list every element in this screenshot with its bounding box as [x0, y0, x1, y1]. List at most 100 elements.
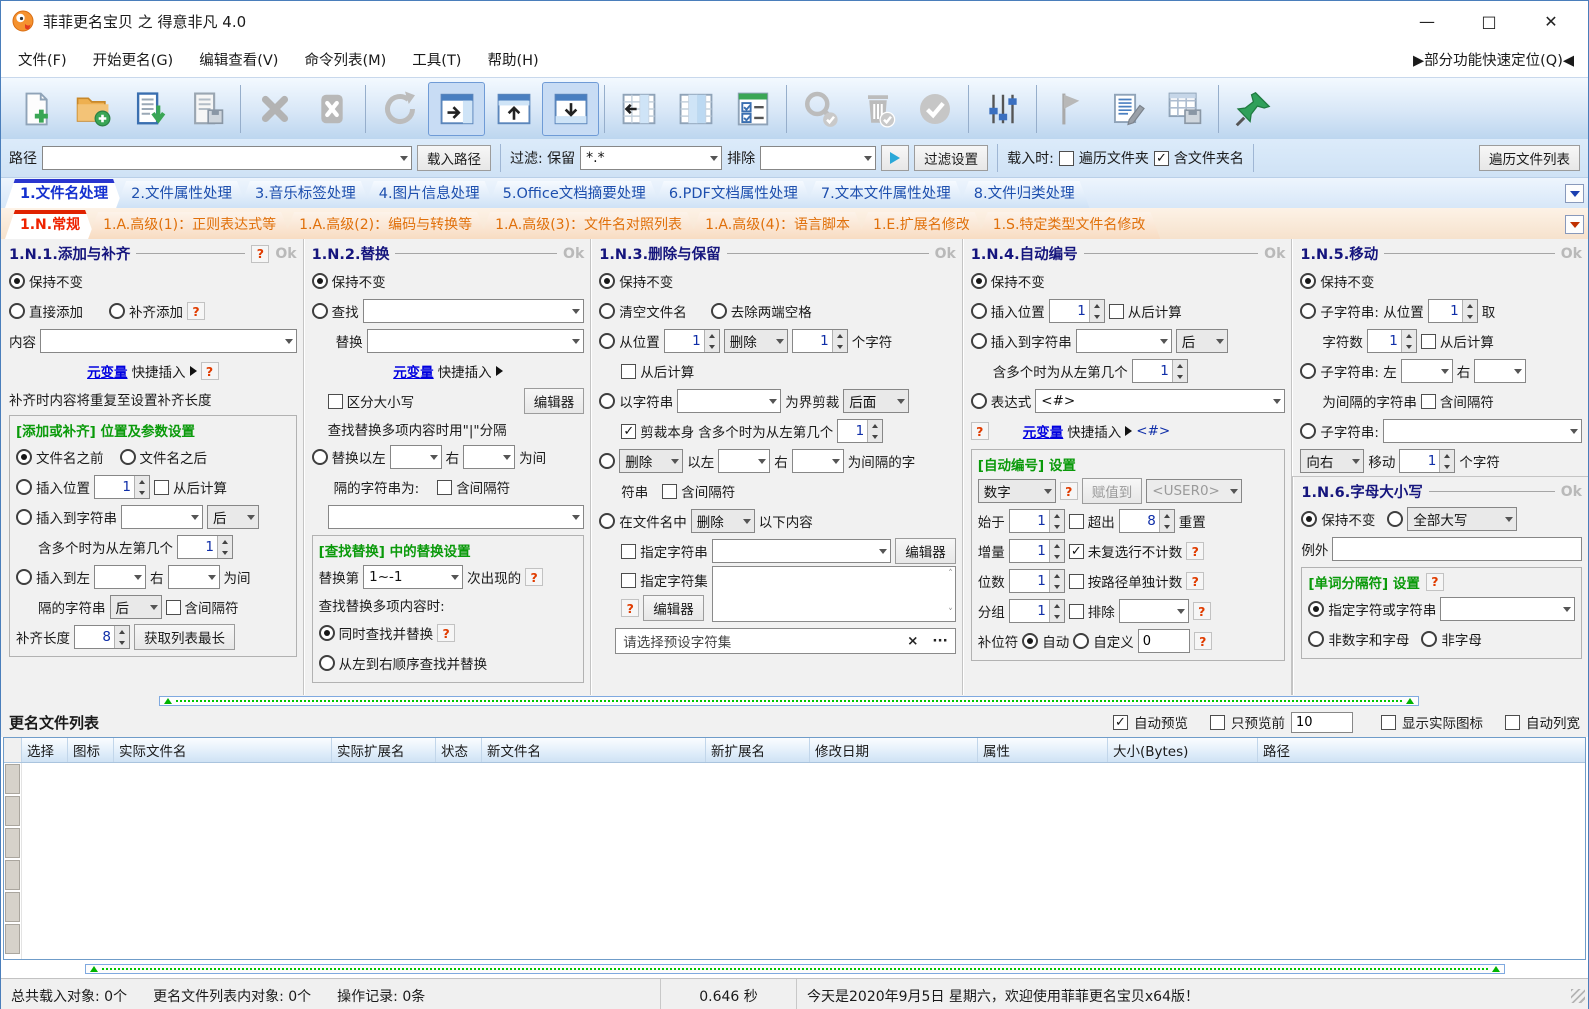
change-case-radio[interactable] — [1387, 511, 1404, 527]
scroll-up-icon[interactable]: ˄ — [948, 570, 953, 579]
refresh-button[interactable] — [371, 82, 428, 136]
substring-direct-radio[interactable] — [1300, 423, 1317, 439]
menu-command-list[interactable]: 命令列表(M) — [291, 45, 399, 74]
tab-advanced-script[interactable]: 1.A.高级(4)：语言脚本 — [690, 212, 865, 239]
tab-extension-modify[interactable]: 1.E.扩展名修改 — [858, 212, 985, 239]
exception-input[interactable] — [1332, 537, 1582, 561]
insert-string-combobox[interactable] — [121, 505, 203, 529]
count-from-end-checkbox[interactable] — [1420, 333, 1436, 349]
help-button[interactable]: ? — [251, 244, 270, 263]
pad-custom-radio[interactable] — [1073, 633, 1090, 649]
help-button[interactable]: ? — [970, 422, 989, 440]
non-alpha-radio[interactable] — [1421, 631, 1438, 647]
move-count-spinner[interactable]: 1 — [1399, 449, 1456, 473]
non-alnum-radio[interactable] — [1308, 631, 1325, 647]
left-delim-combobox[interactable] — [94, 565, 146, 589]
before-after-combobox[interactable]: 后 — [207, 505, 259, 529]
preview-pane-top-button[interactable] — [485, 82, 542, 136]
close-button[interactable]: ✕ — [1520, 4, 1582, 38]
sub-tabs-dropdown-button[interactable] — [1565, 215, 1584, 234]
delete-button[interactable] — [246, 82, 303, 136]
case-mode-combobox[interactable]: 全部大写 — [1407, 507, 1518, 531]
quick-locate-link[interactable]: ▶部分功能快速定位(Q)◀ — [1413, 49, 1584, 70]
clear-name-radio[interactable] — [599, 303, 616, 319]
expression-radio[interactable] — [970, 393, 987, 409]
filter-settings-button[interactable]: 过滤设置 — [914, 145, 989, 171]
help-button[interactable]: ? — [525, 568, 544, 586]
sequential-radio[interactable] — [318, 655, 335, 671]
apply-filter-button[interactable] — [881, 145, 910, 171]
preview-pane-right-button[interactable] — [428, 81, 485, 136]
delete-mode-combobox[interactable]: 删除 — [723, 329, 788, 353]
help-button[interactable]: ? — [1425, 572, 1444, 591]
char-count-spinner[interactable]: 1 — [791, 329, 848, 353]
separator-combobox[interactable] — [1440, 597, 1575, 621]
maximize-button[interactable]: □ — [1458, 4, 1520, 38]
right-delim-combobox[interactable] — [1474, 359, 1527, 383]
count-from-end-checkbox[interactable] — [1108, 303, 1124, 319]
cut-side-combobox[interactable]: 后面 — [843, 389, 910, 413]
charset-checkbox[interactable] — [621, 572, 637, 588]
right-delim-combobox[interactable] — [791, 449, 844, 473]
insert-to-string-radio[interactable] — [16, 509, 32, 525]
show-real-icons-checkbox[interactable] — [1381, 714, 1396, 730]
left-delim-combobox[interactable] — [1400, 359, 1453, 383]
include-delim-checkbox[interactable] — [165, 599, 181, 615]
check-options-button[interactable] — [724, 82, 781, 136]
boundary-string-combobox[interactable] — [677, 389, 782, 413]
flag-mark-button[interactable] — [1042, 82, 1099, 136]
keep-unchanged-radio[interactable] — [311, 273, 328, 289]
save-list-button[interactable] — [178, 82, 235, 136]
help-button[interactable]: ? — [1193, 632, 1212, 650]
exclude-combobox[interactable] — [1118, 599, 1189, 623]
col-status[interactable]: 状态 — [436, 738, 482, 762]
expression-combobox[interactable]: <#> — [1035, 389, 1286, 413]
multi-nth-spinner[interactable]: 1 — [177, 535, 233, 559]
substring-combobox[interactable] — [1382, 419, 1582, 443]
spec-separator-radio[interactable] — [1308, 601, 1325, 617]
direct-add-radio[interactable] — [9, 303, 25, 319]
list-status-splitter[interactable] — [1, 960, 1588, 978]
more-presets-button[interactable]: ··· — [932, 633, 947, 649]
tab-office-summary[interactable]: 5.Office文档摘要处理 — [488, 181, 661, 208]
overflow-checkbox[interactable] — [1068, 513, 1084, 529]
editor-button[interactable]: 编辑器 — [523, 388, 585, 414]
col-attributes[interactable]: 属性 — [978, 738, 1108, 762]
load-path-button[interactable]: 载入路径 — [417, 145, 491, 171]
traverse-folders-checkbox[interactable] — [1058, 150, 1074, 166]
delete-mode-combobox[interactable]: 删除 — [619, 449, 684, 473]
preview-pane-bottom-button[interactable] — [542, 81, 599, 136]
help-button[interactable]: ? — [1059, 482, 1078, 500]
delete-filtered-button[interactable] — [849, 82, 906, 136]
columns-left-button[interactable] — [610, 82, 667, 136]
keep-unchanged-radio[interactable] — [599, 273, 616, 289]
simultaneous-radio[interactable] — [318, 625, 335, 641]
delete-mode-combobox[interactable]: 删除 — [690, 509, 755, 533]
tab-file-attributes[interactable]: 2.文件属性处理 — [116, 181, 247, 208]
replace-between-radio[interactable] — [311, 449, 328, 465]
keep-unchanged-radio[interactable] — [970, 273, 987, 289]
left-delim-combobox[interactable] — [718, 449, 771, 473]
auto-column-width-checkbox[interactable] — [1505, 714, 1520, 730]
col-icon[interactable]: 图标 — [68, 738, 114, 762]
by-string-radio[interactable] — [599, 393, 616, 409]
multi-nth-spinner[interactable]: 1 — [1131, 359, 1188, 383]
meta-variable-link[interactable]: 元变量 — [393, 361, 434, 381]
count-from-end-checkbox[interactable] — [621, 363, 637, 379]
preview-count-input[interactable] — [1291, 711, 1353, 733]
direction-combobox[interactable]: 向右 — [1300, 449, 1365, 473]
meta-variable-link[interactable]: 元变量 — [1023, 421, 1064, 441]
multi-nth-spinner[interactable]: 1 — [837, 419, 884, 443]
get-longest-button[interactable]: 获取列表最长 — [134, 624, 235, 650]
insert-string-combobox[interactable] — [1075, 329, 1172, 353]
scroll-down-icon[interactable]: ˅ — [948, 609, 953, 618]
number-type-combobox[interactable]: 数字 — [977, 479, 1056, 503]
tab-file-classify[interactable]: 8.文件归类处理 — [959, 181, 1090, 208]
col-new-extension[interactable]: 新扩展名 — [706, 738, 810, 762]
help-button[interactable]: ? — [621, 599, 640, 617]
minimize-button[interactable]: — — [1396, 4, 1458, 38]
left-delim-combobox[interactable] — [389, 445, 442, 469]
menu-start-rename[interactable]: 开始更名(G) — [80, 45, 187, 74]
include-delim-checkbox[interactable] — [662, 483, 678, 499]
position-spinner[interactable]: 1 — [663, 329, 720, 353]
